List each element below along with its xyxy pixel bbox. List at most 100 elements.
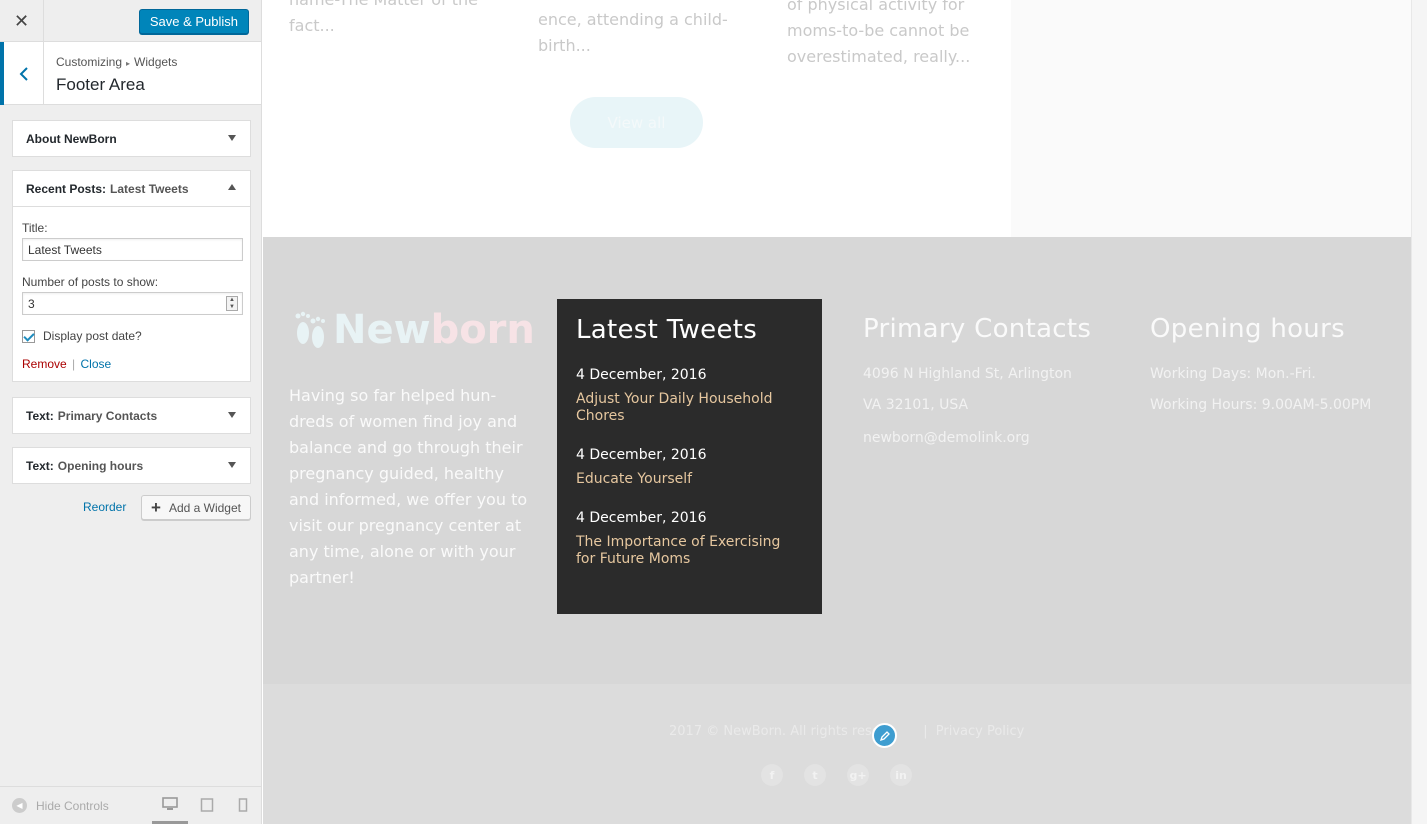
widget-recent-posts[interactable]: Recent Posts: Latest Tweets Title: Lates… (12, 170, 251, 382)
widget-type: Text: (26, 408, 54, 423)
tweet-date: 4 December, 2016 (576, 367, 707, 383)
post-excerpt: of physical activity for moms-to-be cann… (787, 0, 970, 70)
footer-widgets: New born Having so far helped hun-dreds o… (263, 237, 1411, 684)
tweet-item: 4 December, 2016 The Importance of Exerc… (576, 510, 803, 568)
primary-contacts-widget: Primary Contacts 4096 N Highland St, Arl… (863, 314, 1091, 446)
excerpt-line: ence, attending a child- (538, 10, 728, 29)
site-logo[interactable]: New born (291, 307, 535, 353)
preview-tablet-button[interactable] (189, 786, 225, 824)
instagram-icon[interactable]: in (890, 764, 912, 786)
widget-type: About NewBorn (26, 131, 117, 146)
widget-header[interactable]: Text: Opening hours (13, 448, 250, 483)
breadcrumb-arrow-icon: ▸ (126, 59, 131, 68)
widget-form: Title: Latest Tweets Number of posts to … (13, 206, 250, 381)
preview-mobile-button[interactable] (225, 786, 261, 824)
excerpt-line: birth... (538, 36, 591, 55)
tweet-link[interactable]: The Importance of Exercising for Future … (576, 534, 803, 568)
about-text: Having so far helped hun-dreds of women … (289, 386, 528, 587)
widget-type: Recent Posts: (26, 181, 107, 196)
hide-controls-button[interactable]: ◀ Hide Controls (12, 798, 109, 813)
breadcrumb-current: Widgets (134, 55, 178, 69)
tweet-date: 4 December, 2016 (576, 447, 707, 463)
widget-subtitle: Opening hours (57, 458, 144, 473)
save-publish-button[interactable]: Save & Publish (138, 9, 249, 34)
tweet-link[interactable]: Adjust Your Daily Household Chores (576, 391, 803, 425)
reorder-link[interactable]: Reorder (83, 500, 126, 514)
close-link[interactable]: Close (81, 357, 112, 371)
opening-hours-widget: Opening hours Working Days: Mon.-Fri. Wo… (1150, 314, 1371, 413)
facebook-icon[interactable]: f (761, 764, 783, 786)
plus-icon: + (151, 498, 161, 517)
widget-subtitle: Primary Contacts (57, 408, 158, 423)
widget-subtitle: Latest Tweets (110, 181, 189, 196)
excerpt-line: overestimated, really... (787, 47, 971, 66)
title-input[interactable]: Latest Tweets (22, 238, 243, 261)
desktop-icon (162, 796, 178, 810)
breadcrumb-root: Customizing (56, 55, 123, 69)
excerpt-line: fact... (289, 16, 335, 35)
copyright-text: 2017 © NewBorn. All rights reser (669, 724, 886, 739)
baby-feet-icon (295, 311, 325, 348)
copyright-separator: | (923, 724, 928, 739)
widget-header[interactable]: Text: Primary Contacts (13, 398, 250, 433)
display-date-row: Display post date? (22, 329, 241, 343)
add-widget-label: Add a Widget (168, 500, 241, 515)
collapse-arrow-icon[interactable] (228, 184, 236, 190)
privacy-policy-link[interactable]: Privacy Policy (936, 724, 1025, 739)
widget-opening-hours[interactable]: Text: Opening hours (12, 447, 251, 484)
address-line-2: VA 32101, USA (863, 397, 969, 413)
close-customizer-button[interactable]: ✕ (0, 0, 44, 42)
widget-header[interactable]: About NewBorn (13, 121, 250, 156)
add-widget-button[interactable]: + Add a Widget (141, 495, 251, 520)
preview-scrollbar[interactable] (1411, 0, 1427, 824)
address-line-1: 4096 N Highland St, Arlington (863, 366, 1072, 382)
tweet-item: 4 December, 2016 Educate Yourself (576, 447, 803, 488)
excerpt-line: moms-to-be cannot be (787, 21, 970, 40)
collapse-icon: ◀ (12, 798, 27, 813)
back-button[interactable] (0, 42, 44, 105)
display-date-label: Display post date? (43, 329, 142, 343)
close-icon: ✕ (13, 10, 30, 31)
footer-bottom: 2017 © NewBorn. All rights reser | Priva… (263, 684, 1411, 824)
email-link[interactable]: newborn@demolink.org (863, 430, 1091, 446)
panel-title: Footer Area (56, 75, 145, 94)
excerpt-line: of physical activity for (787, 0, 965, 14)
widget-header[interactable]: Recent Posts: Latest Tweets (13, 171, 250, 206)
working-hours: Working Hours: 9.00AM-5.00PM (1150, 397, 1372, 413)
tweet-link[interactable]: Educate Yourself (576, 471, 803, 488)
contacts-title: Primary Contacts (863, 314, 1092, 344)
remove-link[interactable]: Remove (22, 357, 67, 371)
widget-type: Text: (26, 458, 54, 473)
customizer-footer: ◀ Hide Controls (0, 786, 261, 824)
excerpt-line: name-The Matter of the (289, 0, 478, 13)
pencil-icon (879, 730, 890, 741)
latest-tweets-widget[interactable]: Latest Tweets 4 December, 2016 Adjust Yo… (557, 299, 822, 614)
post-excerpt: name-The Matter of the fact... (289, 0, 478, 39)
title-label: Title: (22, 221, 48, 235)
side-panel (1011, 0, 1411, 237)
hide-controls-label: Hide Controls (36, 798, 109, 813)
title-input-value: Latest Tweets (28, 242, 102, 257)
edit-shortcut-button[interactable] (872, 723, 897, 748)
google-plus-icon[interactable]: g+ (847, 764, 869, 786)
expand-arrow-icon[interactable] (228, 135, 236, 141)
mobile-icon (238, 798, 248, 812)
tweet-item: 4 December, 2016 Adjust Your Daily House… (576, 367, 803, 425)
post-count-input[interactable]: 3 ▲ ▼ (22, 292, 243, 315)
expand-arrow-icon[interactable] (228, 412, 236, 418)
view-all-button[interactable]: View all (570, 97, 703, 148)
widget-primary-contacts[interactable]: Text: Primary Contacts (12, 397, 251, 434)
twitter-icon[interactable]: t (804, 764, 826, 786)
count-label: Number of posts to show: (22, 275, 159, 289)
hours-title: Opening hours (1150, 314, 1345, 344)
recent-posts-section: name-The Matter of the fact... ence, att… (263, 0, 1411, 237)
preview-desktop-button[interactable] (152, 786, 188, 824)
tablet-icon (200, 798, 214, 812)
number-spinner[interactable]: ▲ ▼ (226, 296, 238, 311)
copyright-line: 2017 © NewBorn. All rights reser | Priva… (669, 724, 1024, 739)
customizer-sidebar: ✕ Save & Publish Customizing ▸ Widgets Foo… (0, 0, 262, 824)
expand-arrow-icon[interactable] (228, 462, 236, 468)
working-days: Working Days: Mon.-Fri. (1150, 366, 1316, 382)
display-date-checkbox[interactable] (22, 329, 35, 343)
widget-about-newborn[interactable]: About NewBorn (12, 120, 251, 157)
